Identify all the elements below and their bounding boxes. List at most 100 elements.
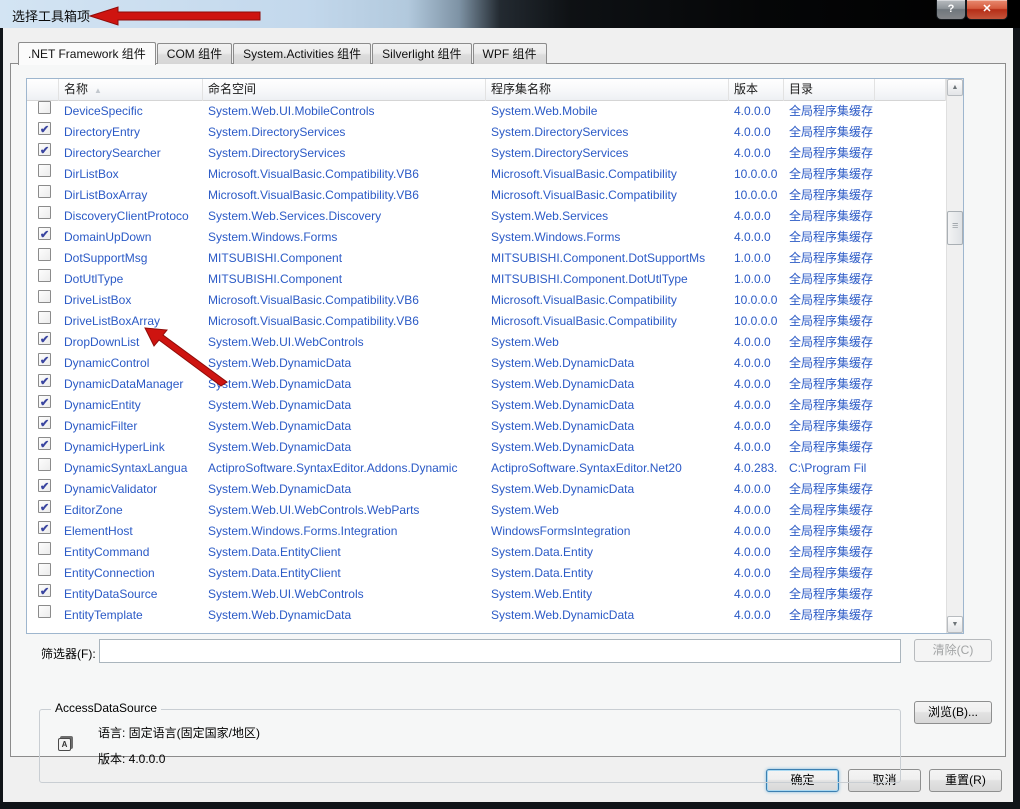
table-row[interactable]: EntityDataSourceSystem.Web.UI.WebControl…: [27, 584, 946, 605]
tab-wpf-[interactable]: WPF 组件: [473, 43, 547, 64]
column-header-目录[interactable]: 目录: [784, 79, 875, 101]
row-checkbox[interactable]: [38, 500, 51, 513]
name-cell: DirectoryEntry: [59, 122, 203, 143]
row-checkbox[interactable]: [38, 269, 51, 282]
column-header-版本[interactable]: 版本: [729, 79, 784, 101]
name-cell: DynamicHyperLink: [59, 437, 203, 458]
version-cell: 4.0.0.0: [729, 584, 784, 605]
table-row[interactable]: DynamicControlSystem.Web.DynamicDataSyst…: [27, 353, 946, 374]
row-checkbox[interactable]: [38, 311, 51, 324]
version-cell: 4.0.0.0: [729, 122, 784, 143]
table-row[interactable]: DynamicEntitySystem.Web.DynamicDataSyste…: [27, 395, 946, 416]
row-checkbox[interactable]: [38, 542, 51, 555]
table-row[interactable]: DirListBoxArrayMicrosoft.VisualBasic.Com…: [27, 185, 946, 206]
table-row[interactable]: ElementHostSystem.Windows.Forms.Integrat…: [27, 521, 946, 542]
row-checkbox[interactable]: [38, 584, 51, 597]
column-header-名称[interactable]: 名称▲: [59, 79, 203, 101]
table-row[interactable]: EditorZoneSystem.Web.UI.WebControls.WebP…: [27, 500, 946, 521]
table-row[interactable]: DriveListBoxMicrosoft.VisualBasic.Compat…: [27, 290, 946, 311]
row-checkbox[interactable]: [38, 101, 51, 114]
table-row[interactable]: EntityTemplateSystem.Web.DynamicDataSyst…: [27, 605, 946, 626]
row-checkbox[interactable]: [38, 164, 51, 177]
name-cell: DriveListBox: [59, 290, 203, 311]
row-checkbox[interactable]: [38, 521, 51, 534]
name-cell: EntityDataSource: [59, 584, 203, 605]
browse-button[interactable]: 浏览(B)...: [914, 701, 992, 724]
column-header-程序集名称[interactable]: 程序集名称: [486, 79, 729, 101]
table-row[interactable]: DirListBoxMicrosoft.VisualBasic.Compatib…: [27, 164, 946, 185]
column-header-blank[interactable]: [27, 79, 59, 101]
assembly-cell: System.Windows.Forms: [486, 227, 729, 248]
scrollbar-thumb[interactable]: [947, 211, 963, 245]
table-row[interactable]: DriveListBoxArrayMicrosoft.VisualBasic.C…: [27, 311, 946, 332]
directory-cell: 全局程序集缓存: [784, 185, 875, 206]
row-checkbox[interactable]: [38, 563, 51, 576]
tab-com-[interactable]: COM 组件: [157, 43, 232, 64]
table-row[interactable]: DotSupportMsgMITSUBISHI.ComponentMITSUBI…: [27, 248, 946, 269]
table-row[interactable]: DotUtlTypeMITSUBISHI.ComponentMITSUBISHI…: [27, 269, 946, 290]
scroll-down-icon[interactable]: ▼: [947, 616, 963, 633]
name-cell: DotUtlType: [59, 269, 203, 290]
version-cell: 4.0.0.0: [729, 227, 784, 248]
row-checkbox[interactable]: [38, 437, 51, 450]
table-row[interactable]: DynamicFilterSystem.Web.DynamicDataSyste…: [27, 416, 946, 437]
table-row[interactable]: DomainUpDownSystem.Windows.FormsSystem.W…: [27, 227, 946, 248]
tab--net-framework-[interactable]: .NET Framework 组件: [18, 42, 156, 65]
row-checkbox[interactable]: [38, 290, 51, 303]
row-checkbox[interactable]: [38, 605, 51, 618]
namespace-cell: System.Data.EntityClient: [203, 542, 486, 563]
checkbox-cell: [27, 479, 59, 500]
table-row[interactable]: DirectorySearcherSystem.DirectoryService…: [27, 143, 946, 164]
row-checkbox[interactable]: [38, 206, 51, 219]
table-row[interactable]: DeviceSpecificSystem.Web.UI.MobileContro…: [27, 101, 946, 122]
checkbox-cell: [27, 206, 59, 227]
table-row[interactable]: DirectoryEntrySystem.DirectoryServicesSy…: [27, 122, 946, 143]
row-checkbox[interactable]: [38, 479, 51, 492]
scroll-up-icon[interactable]: ▲: [947, 79, 963, 96]
row-checkbox[interactable]: [38, 332, 51, 345]
reset-button[interactable]: 重置(R): [929, 769, 1002, 792]
row-checkbox[interactable]: [38, 122, 51, 135]
close-icon[interactable]: ✕: [966, 0, 1008, 20]
help-button[interactable]: ?: [936, 0, 966, 20]
title-bar[interactable]: 选择工具箱项: [0, 0, 1020, 28]
row-checkbox[interactable]: [38, 248, 51, 261]
blank-cell: [875, 269, 946, 290]
vertical-scrollbar[interactable]: ▲ ▼: [946, 79, 963, 633]
table-row[interactable]: DynamicHyperLinkSystem.Web.DynamicDataSy…: [27, 437, 946, 458]
version-cell: 10.0.0.0: [729, 164, 784, 185]
checkbox-cell: [27, 143, 59, 164]
namespace-cell: System.Web.UI.WebControls.WebParts: [203, 500, 486, 521]
table-row[interactable]: DynamicDataManagerSystem.Web.DynamicData…: [27, 374, 946, 395]
row-checkbox[interactable]: [38, 185, 51, 198]
table-row[interactable]: DiscoveryClientProtocoSystem.Web.Service…: [27, 206, 946, 227]
table-row[interactable]: DynamicValidatorSystem.Web.DynamicDataSy…: [27, 479, 946, 500]
row-checkbox[interactable]: [38, 353, 51, 366]
directory-cell: 全局程序集缓存: [784, 248, 875, 269]
namespace-cell: Microsoft.VisualBasic.Compatibility.VB6: [203, 311, 486, 332]
row-checkbox[interactable]: [38, 416, 51, 429]
version-cell: 4.0.0.0: [729, 521, 784, 542]
row-checkbox[interactable]: [38, 395, 51, 408]
row-checkbox[interactable]: [38, 374, 51, 387]
namespace-cell: System.Web.DynamicData: [203, 605, 486, 626]
clear-button[interactable]: 清除(C): [914, 639, 992, 662]
checkbox-cell: [27, 563, 59, 584]
directory-cell: 全局程序集缓存: [784, 101, 875, 122]
table-row[interactable]: DropDownListSystem.Web.UI.WebControlsSys…: [27, 332, 946, 353]
row-checkbox[interactable]: [38, 143, 51, 156]
column-header-命名空间[interactable]: 命名空间: [203, 79, 486, 101]
column-header-blank[interactable]: [875, 79, 946, 101]
row-checkbox[interactable]: [38, 458, 51, 471]
table-row[interactable]: EntityConnectionSystem.Data.EntityClient…: [27, 563, 946, 584]
table-row[interactable]: EntityCommandSystem.Data.EntityClientSys…: [27, 542, 946, 563]
directory-cell: 全局程序集缓存: [784, 542, 875, 563]
version-cell: 4.0.283.: [729, 458, 784, 479]
filter-input[interactable]: [99, 639, 901, 663]
table-row[interactable]: DynamicSyntaxLanguaActiproSoftware.Synta…: [27, 458, 946, 479]
row-checkbox[interactable]: [38, 227, 51, 240]
tab-system-activities-[interactable]: System.Activities 组件: [233, 43, 371, 64]
table-header[interactable]: 名称▲命名空间程序集名称版本目录: [27, 79, 946, 101]
version-cell: 1.0.0.0: [729, 269, 784, 290]
tab-silverlight-[interactable]: Silverlight 组件: [372, 43, 471, 64]
